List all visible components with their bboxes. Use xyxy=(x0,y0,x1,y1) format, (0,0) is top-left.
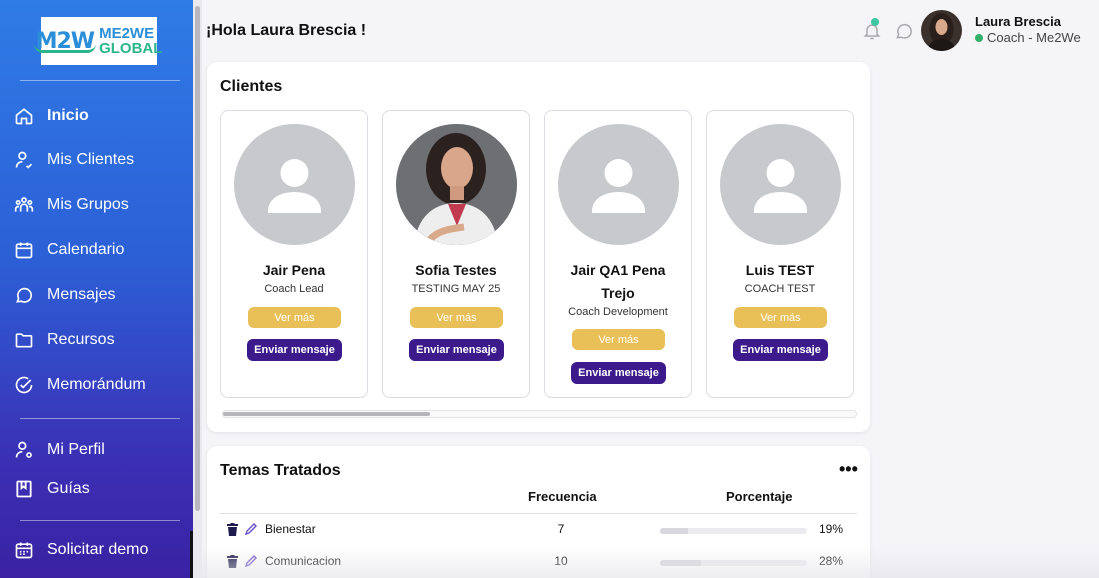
clients-scrollbar-thumb[interactable] xyxy=(223,412,430,416)
sidebar-item-label: Solicitar demo xyxy=(47,541,149,558)
client-subtitle: TESTING MAY 25 xyxy=(411,283,501,295)
client-subtitle: Coach Lead xyxy=(264,283,324,295)
user-role-text: Coach - Me2We xyxy=(987,30,1081,45)
client-avatar-placeholder xyxy=(234,124,355,245)
topic-progress-fill xyxy=(660,528,688,534)
sidebar-item-recursos[interactable]: Recursos xyxy=(14,327,115,353)
notification-dot xyxy=(871,18,879,26)
folder-icon xyxy=(15,333,33,348)
sidebar-item-label: Inicio xyxy=(47,107,89,124)
sidebar-item-label: Mi Perfil xyxy=(47,441,105,458)
user-name: Laura Brescia xyxy=(975,14,1061,29)
topic-progress-bar xyxy=(660,560,807,566)
edit-icon[interactable] xyxy=(244,522,258,536)
user-settings-icon xyxy=(15,441,32,458)
trash-icon[interactable] xyxy=(227,522,238,536)
view-more-button[interactable]: Ver más xyxy=(410,307,503,328)
send-message-button[interactable]: Enviar mensaje xyxy=(733,339,828,361)
table-divider xyxy=(220,513,857,514)
topic-frequency: 7 xyxy=(557,522,565,536)
avatar[interactable] xyxy=(921,10,962,51)
group-icon xyxy=(14,197,34,212)
view-more-button[interactable]: Ver más xyxy=(734,307,827,328)
home-icon xyxy=(15,108,33,125)
trash-icon[interactable] xyxy=(227,554,238,568)
client-card: Jair Pena Coach Lead Ver más Enviar mens… xyxy=(220,110,368,398)
sidebar-scrollbar-thumb[interactable] xyxy=(195,6,200,511)
sidebar-item-mensajes[interactable]: Mensajes xyxy=(14,282,115,308)
client-name: Luis TEST xyxy=(745,262,815,278)
topic-percentage: 19% xyxy=(819,522,844,536)
sidebar-item-label: Calendario xyxy=(47,241,125,258)
chat-icon xyxy=(16,287,32,303)
user-role: Coach - Me2We xyxy=(975,30,1081,45)
chat-icon[interactable] xyxy=(894,21,914,46)
client-avatar-placeholder xyxy=(720,124,841,245)
book-icon xyxy=(16,480,32,498)
send-message-button[interactable]: Enviar mensaje xyxy=(409,339,504,361)
sidebar-item-guias[interactable]: Guías xyxy=(14,476,90,502)
more-horizontal-icon[interactable]: ••• xyxy=(839,459,858,480)
client-avatar-placeholder xyxy=(558,124,679,245)
view-more-button[interactable]: Ver más xyxy=(572,329,665,350)
logo[interactable]: M2W ME2WE GLOBAL xyxy=(33,17,162,65)
logo-line1: ME2WE xyxy=(99,25,155,42)
sidebar-item-mis-grupos[interactable]: Mis Grupos xyxy=(14,192,129,218)
client-card: Sofia Testes TESTING MAY 25 Ver más Envi… xyxy=(382,110,530,398)
sidebar-item-solicitar-demo[interactable]: Solicitar demo xyxy=(14,537,148,563)
table-row: Bienestar 7 19% xyxy=(207,518,870,542)
sidebar-divider xyxy=(20,418,180,419)
client-card: Jair QA1 Pena Trejo Coach Development Ve… xyxy=(544,110,692,398)
topics-card: Temas Tratados ••• Frecuencia Porcentaje… xyxy=(207,446,870,578)
column-header-frequency: Frecuencia xyxy=(528,489,597,504)
calendar-icon xyxy=(15,242,33,259)
sidebar-item-label: Memorándum xyxy=(47,376,146,393)
client-card: Luis TEST COACH TEST Ver más Enviar mens… xyxy=(706,110,854,398)
logo-line2: GLOBAL xyxy=(99,40,163,57)
edit-icon[interactable] xyxy=(244,554,258,568)
client-name: Sofia Testes xyxy=(415,262,497,278)
check-circle-icon xyxy=(15,376,33,394)
sidebar-divider xyxy=(20,80,180,81)
topic-frequency: 10 xyxy=(554,554,568,568)
sidebar-item-inicio[interactable]: Inicio xyxy=(14,103,89,129)
greeting: ¡Hola Laura Brescia ! xyxy=(206,22,367,39)
clients-card: Clientes Jair Pena Coach Lead Ver más En… xyxy=(207,62,870,432)
sidebar: M2W ME2WE GLOBAL Inicio Mis Clientes Mis… xyxy=(0,0,193,578)
clients-title: Clientes xyxy=(220,78,283,95)
sidebar-divider xyxy=(20,520,180,521)
topic-name: Comunicacion xyxy=(265,554,342,568)
column-header-percentage: Porcentaje xyxy=(726,489,793,504)
sidebar-item-mi-perfil[interactable]: Mi Perfil xyxy=(14,437,105,463)
send-message-button[interactable]: Enviar mensaje xyxy=(247,339,342,361)
calendar-grid-icon xyxy=(15,542,33,559)
sidebar-item-label: Mensajes xyxy=(47,286,116,303)
sidebar-item-mis-clientes[interactable]: Mis Clientes xyxy=(14,147,134,173)
status-dot xyxy=(975,33,983,42)
topics-title: Temas Tratados xyxy=(220,462,341,479)
client-name: Jair Pena xyxy=(262,262,326,278)
client-subtitle: Coach Development xyxy=(568,306,668,318)
sidebar-item-calendario[interactable]: Calendario xyxy=(14,237,124,263)
logo-mark: M2W xyxy=(33,28,97,54)
sidebar-item-label: Recursos xyxy=(47,331,115,348)
topic-progress-fill xyxy=(660,560,702,566)
sidebar-item-label: Mis Grupos xyxy=(47,196,129,213)
user-icon xyxy=(15,151,33,169)
sidebar-item-memorandum[interactable]: Memorándum xyxy=(14,372,146,398)
sidebar-item-label: Guías xyxy=(47,480,90,497)
send-message-button[interactable]: Enviar mensaje xyxy=(571,362,666,384)
client-photo xyxy=(396,124,517,245)
topic-progress-bar xyxy=(660,528,807,534)
client-subtitle: COACH TEST xyxy=(744,283,816,295)
view-more-button[interactable]: Ver más xyxy=(248,307,341,328)
sidebar-item-label: Mis Clientes xyxy=(47,151,135,168)
topic-percentage: 28% xyxy=(819,554,844,568)
topic-name: Bienestar xyxy=(265,522,316,536)
client-name: Jair QA1 Pena Trejo xyxy=(570,262,666,301)
table-row: Comunicacion 10 28% xyxy=(207,550,870,574)
